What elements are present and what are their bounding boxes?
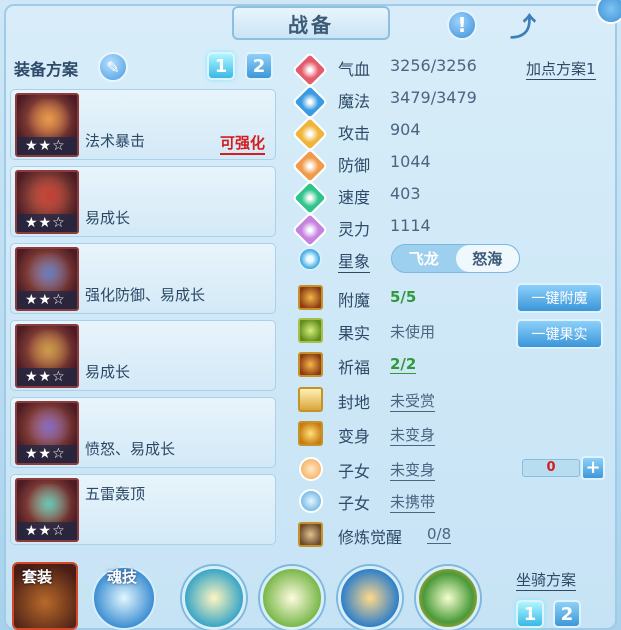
stat-value: 1044 — [390, 152, 431, 171]
constellation-label[interactable]: 星象 — [338, 248, 371, 273]
stat-label: 魔法 — [338, 92, 371, 111]
cultivation-value[interactable]: 0/8 — [427, 525, 452, 544]
enchant-label: 附魔 — [338, 291, 371, 310]
stat-label: 灵力 — [338, 220, 371, 239]
paddle-weapon-icon: ★★☆ — [15, 93, 79, 157]
suit-label: 套装 — [22, 568, 53, 586]
soul-skill-label: 魂技 — [107, 568, 138, 586]
stat-value: 3256/3256 — [390, 56, 477, 75]
mount-plan-label: 坐骑方案 — [516, 571, 577, 591]
one-click-fruit-button[interactable]: 一键果实 — [516, 319, 603, 349]
child-transform-value[interactable]: 未变身 — [390, 459, 436, 481]
equipment-attribute-text: 易成长 — [85, 209, 131, 227]
leaf-skill-icon[interactable] — [416, 566, 480, 630]
fruit-label: 果实 — [338, 324, 371, 343]
child-icon — [299, 457, 323, 481]
equipment-attribute-text: 愤怒、易成长 — [85, 440, 176, 458]
stat-value: 403 — [390, 184, 421, 203]
wave-skill-icon[interactable] — [338, 566, 402, 630]
constellation-option-feilong[interactable]: 飞龙 — [392, 245, 456, 272]
boots-icon: ★★☆ — [15, 478, 79, 542]
scroll-icon — [298, 387, 323, 412]
blessing-icon — [298, 352, 323, 377]
transform-value[interactable]: 未变身 — [390, 424, 436, 446]
paw-icon — [299, 489, 323, 513]
stat-label: 防御 — [338, 156, 371, 175]
help-icon[interactable]: ! — [447, 10, 477, 40]
child-counter: 0 — [522, 459, 580, 477]
star-rating: ★★☆ — [17, 445, 77, 463]
one-click-enchant-button[interactable]: 一键附魔 — [516, 283, 603, 313]
star-rating: ★★☆ — [17, 368, 77, 386]
equipment-plan-2-button[interactable]: 2 — [245, 52, 273, 80]
equipment-plan-1-button[interactable]: 1 — [207, 52, 235, 80]
blessing-label: 祈福 — [338, 358, 371, 377]
constellation-icon — [298, 247, 322, 271]
fief-label: 封地 — [338, 393, 371, 412]
equipment-slot[interactable]: ★★☆ 易成长 — [10, 320, 276, 391]
stat-value: 1114 — [390, 216, 431, 235]
equipment-slot[interactable]: ★★☆ 易成长 — [10, 166, 276, 237]
equipment-slot[interactable]: ★★☆ 法术暴击 可强化 — [10, 89, 276, 160]
equipment-slot[interactable]: ★★☆ 强化防御、易成长 — [10, 243, 276, 314]
child-label: 子女 — [338, 462, 371, 481]
points-plan-link[interactable]: 加点方案1 — [526, 58, 596, 80]
belt-icon: ★★☆ — [15, 401, 79, 465]
wind-skill-icon[interactable] — [260, 566, 324, 630]
transform-label: 变身 — [338, 427, 371, 446]
necklace-icon: ★★☆ — [15, 324, 79, 388]
fief-value[interactable]: 未受赏 — [390, 390, 436, 412]
equipment-attribute-text: 易成长 — [85, 363, 131, 381]
figure-skill-icon[interactable] — [182, 566, 246, 630]
mount-plan-2-button[interactable]: 2 — [553, 600, 581, 628]
enchant-icon — [298, 285, 323, 310]
enchant-value: 5/5 — [390, 288, 417, 306]
star-rating: ★★☆ — [17, 291, 77, 309]
stat-value: 904 — [390, 120, 421, 139]
star-rating: ★★☆ — [17, 137, 77, 155]
plus-icon[interactable]: + — [581, 456, 605, 480]
equipment-slot[interactable]: ★★☆ 愤怒、易成长 — [10, 397, 276, 468]
page-title: 战备 — [232, 6, 390, 40]
equipment-slot[interactable]: ★★☆ 五雷轰顶 — [10, 474, 276, 545]
blessing-value[interactable]: 2/2 — [390, 355, 417, 374]
constellation-option-nuhai[interactable]: 怒海 — [455, 245, 519, 272]
star-rating: ★★☆ — [17, 214, 77, 232]
equipment-attribute-text: 法术暴击 — [85, 132, 146, 150]
upgradable-tag[interactable]: 可强化 — [219, 132, 265, 155]
constellation-toggle[interactable]: 飞龙 怒海 — [391, 244, 520, 273]
equipment-plan-label: 装备方案 — [14, 60, 79, 79]
share-icon[interactable]: ⤴ — [506, 10, 540, 43]
stat-label: 攻击 — [338, 124, 371, 143]
cultivation-icon — [298, 522, 323, 547]
equipment-attribute-text: 强化防御、易成长 — [85, 286, 206, 304]
fruit-value: 未使用 — [390, 323, 436, 341]
stat-label: 速度 — [338, 188, 371, 207]
star-rating: ★★☆ — [17, 522, 77, 540]
stat-label: 气血 — [338, 60, 371, 79]
child-carry-value[interactable]: 未携带 — [390, 491, 436, 513]
equipment-attribute-text: 五雷轰顶 — [85, 485, 146, 503]
child-carry-label: 子女 — [338, 494, 371, 513]
pencil-edit-icon[interactable]: ✎ — [98, 52, 128, 82]
fruit-icon — [298, 318, 323, 343]
stat-value: 3479/3479 — [390, 88, 477, 107]
armor-icon: ★★☆ — [15, 247, 79, 311]
cultivation-label: 修炼觉醒 — [338, 528, 403, 547]
transform-icon — [298, 421, 323, 446]
mount-plan-1-button[interactable]: 1 — [516, 600, 544, 628]
helmet-icon: ★★☆ — [15, 170, 79, 234]
